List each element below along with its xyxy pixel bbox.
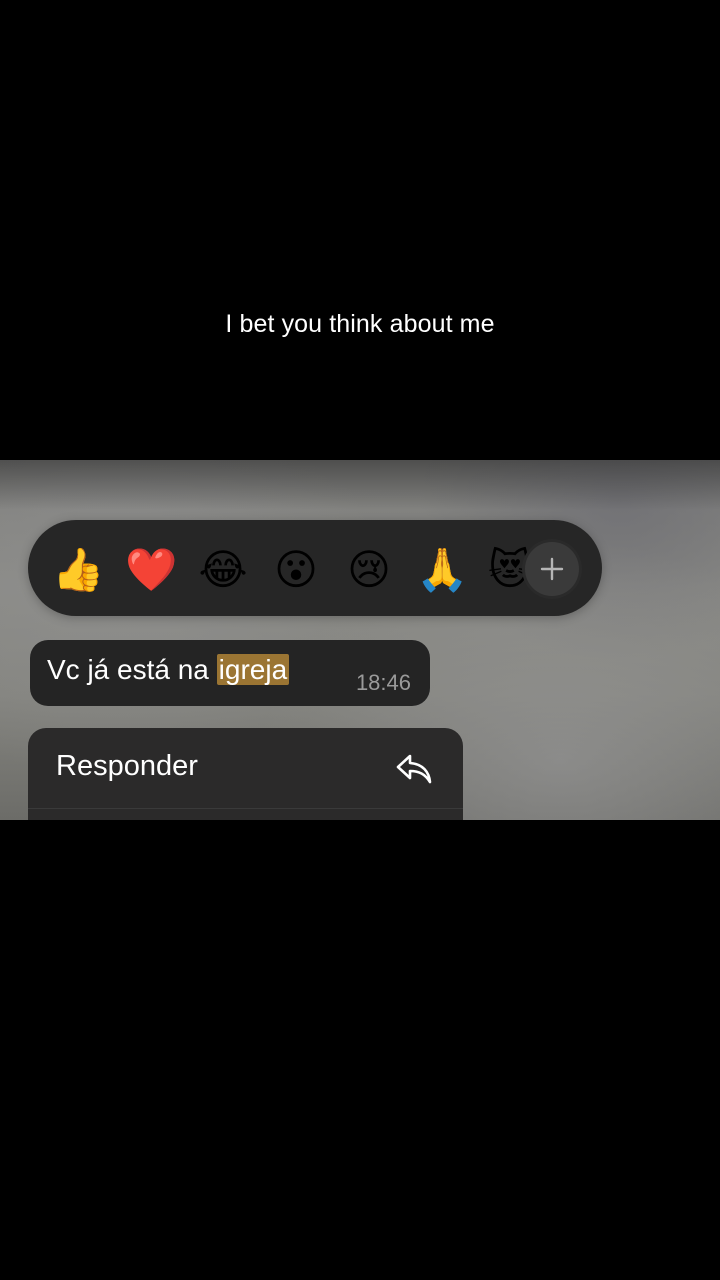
video-caption: I bet you think about me [225,310,495,338]
tears-of-joy-emoji[interactable]: 😂 [197,544,249,596]
plus-icon [540,557,564,581]
message-timestamp: 18:46 [355,670,411,695]
reply-icon [396,754,432,784]
more-reactions-button[interactable] [525,542,579,596]
message-bubble[interactable]: Vc já está na igreja 18:46 [30,640,430,706]
menu-item-label: Responder [56,750,198,782]
surprised-face-emoji[interactable]: 😮 [270,544,322,596]
reaction-bar: 👍 ❤️ 😂 😮 😢 🙏 😻 [28,520,602,616]
message-text: Vc já está na igreja [47,653,290,687]
thumbs-up-emoji[interactable]: 👍 [52,544,104,596]
context-menu: Responder [28,728,463,820]
message-highlighted-word: igreja [216,654,290,685]
heart-eyes-cat-emoji[interactable]: 😻 [488,544,528,596]
menu-item-responder[interactable]: Responder [28,728,463,809]
page: I bet you think about me 👍 ❤️ 😂 😮 😢 🙏 😻 … [0,0,720,1280]
message-text-plain: Vc já está na [47,654,217,685]
folded-hands-emoji[interactable]: 🙏 [416,544,468,596]
heart-emoji[interactable]: ❤️ [125,544,177,596]
chat-screenshot: 👍 ❤️ 😂 😮 😢 🙏 😻 Vc já está na igreja 18:4… [0,460,720,820]
crying-face-emoji[interactable]: 😢 [343,544,395,596]
